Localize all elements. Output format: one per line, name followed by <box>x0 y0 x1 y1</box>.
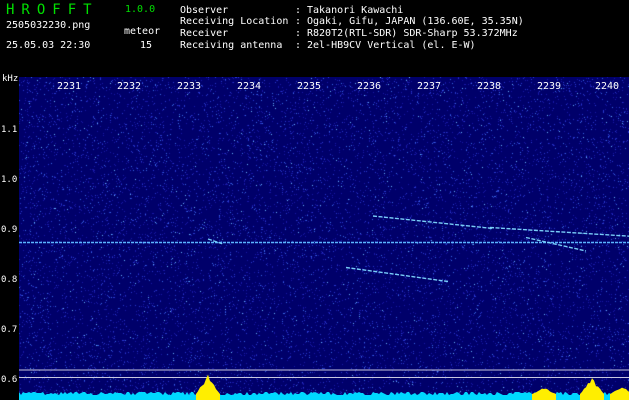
info-key: Receiving antenna <box>180 40 283 51</box>
y-tick-label: 0.7 <box>1 325 18 335</box>
y-tick-label: 0.8 <box>1 275 18 285</box>
info-value: 2el-HB9CV Vertical (el. E-W) <box>307 40 476 51</box>
y-tick-label: 0.9 <box>1 225 18 235</box>
info-key: Receiver <box>180 28 229 39</box>
info-value: Ogaki, Gifu, JAPAN (136.60E, 35.35N) <box>307 16 524 27</box>
capture-datetime: 25.05.03 22:30 <box>6 40 91 51</box>
app-version: 1.0.0 <box>125 4 156 15</box>
x-tick-label: 2238 <box>477 81 502 92</box>
image-filename: 2505032230.png <box>6 20 91 31</box>
info-receiver: Receiver: R820T2(RTL-SDR) SDR-Sharp 53.37… <box>180 28 518 39</box>
x-tick-label: 2235 <box>297 81 322 92</box>
activity-burst <box>580 378 604 400</box>
meteor-label: meteor <box>124 26 161 37</box>
y-tick-label: 0.6 <box>1 375 18 385</box>
info-value: R820T2(RTL-SDR) SDR-Sharp 53.372MHz <box>307 28 518 39</box>
info-value: Takanori Kawachi <box>307 5 404 16</box>
x-tick-label: 2231 <box>57 81 82 92</box>
x-tick-label: 2234 <box>237 81 262 92</box>
meteor-echo <box>525 236 587 252</box>
y-tick-label: 1.0 <box>1 175 18 185</box>
x-tick-label: 2239 <box>537 81 562 92</box>
x-tick-label: 2237 <box>417 81 442 92</box>
spectrogram-overlay <box>19 215 629 400</box>
y-axis-unit: kHz <box>2 74 19 84</box>
y-tick-label: 1.1 <box>1 125 18 135</box>
meteor-echo <box>372 215 494 230</box>
x-tick-label: 2232 <box>117 81 142 92</box>
hrofft-window: HROFFT 1.0.0 2505032230.png 25.05.03 22:… <box>0 0 629 400</box>
x-tick-label: 2236 <box>357 81 382 92</box>
activity-burst <box>532 388 556 400</box>
x-tick-label: 2240 <box>595 81 620 92</box>
meteor-echo <box>489 226 629 237</box>
x-tick-label: 2233 <box>177 81 202 92</box>
meteor-count: 15 <box>140 40 153 51</box>
info-observer: Observer: Takanori Kawachi <box>180 5 404 16</box>
info-key: Receiving Location <box>180 16 289 27</box>
info-antenna: Receiving antenna:2el-HB9CV Vertical (el… <box>180 40 476 51</box>
activity-burst <box>196 374 220 400</box>
meteor-echo <box>345 266 449 283</box>
info-location: Receiving Location: Ogaki, Gifu, JAPAN (1… <box>180 16 524 27</box>
activity-burst <box>610 387 629 400</box>
info-key: Observer <box>180 5 229 16</box>
spectrogram-plot <box>19 77 629 400</box>
app-title: HROFFT <box>6 2 99 18</box>
